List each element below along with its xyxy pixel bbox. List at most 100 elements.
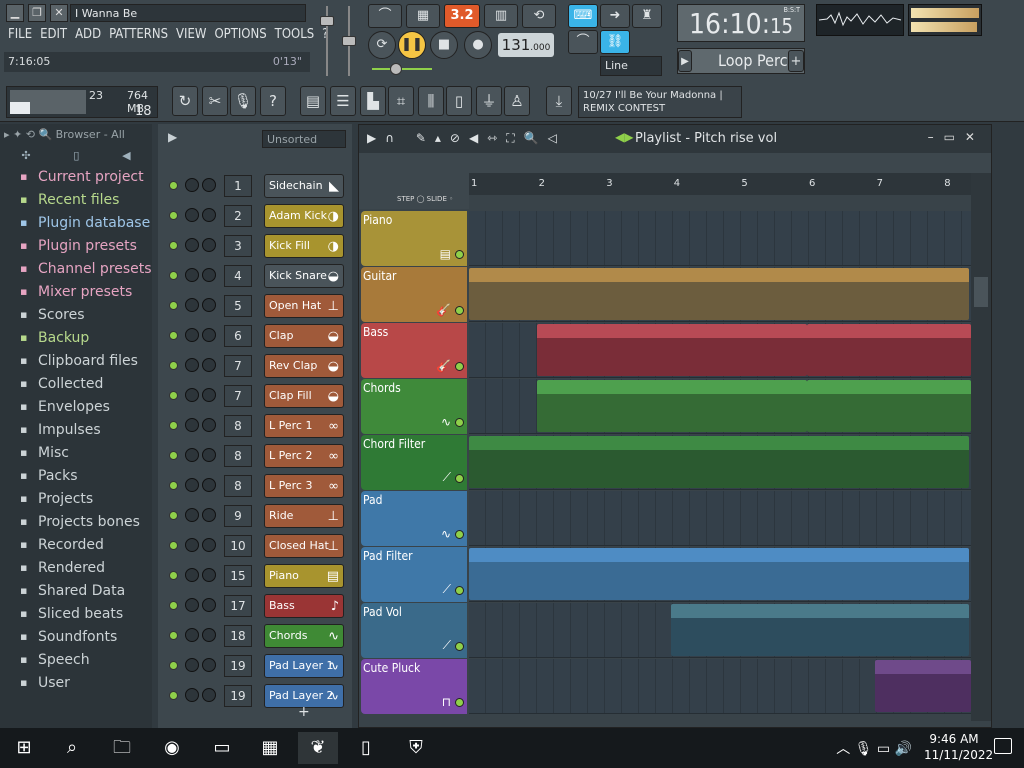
channel-name-button[interactable]: Clap Fill ◒ <box>264 384 344 408</box>
channel-volume-knob[interactable] <box>202 508 216 522</box>
browser-item[interactable]: ▪ User <box>0 672 152 695</box>
song-position-clock[interactable]: 16:10:15 B:S:T <box>677 4 805 42</box>
help-icon[interactable]: ? <box>260 86 286 116</box>
calculator-icon[interactable]: ▦ <box>250 732 290 764</box>
search-icon[interactable]: ⌕ <box>52 732 92 764</box>
rack-menu-icon[interactable]: ▶ <box>168 130 177 144</box>
channel-mixer-track[interactable]: 19 <box>224 685 252 707</box>
channel-mixer-track[interactable]: 9 <box>224 505 252 527</box>
track-header[interactable]: Cute Pluck ⊓ <box>361 659 467 714</box>
channel-name-button[interactable]: Clap ◒ <box>264 324 344 348</box>
record-mode-icon[interactable]: ⟳ <box>368 31 396 59</box>
touch-icon[interactable]: ♙ <box>504 86 530 116</box>
clock-area[interactable]: 9:46 AM 11/11/2022 <box>924 731 993 763</box>
channel-name-button[interactable]: Ride ⊥ <box>264 504 344 528</box>
channel-name-button[interactable]: Adam Kick ◑ <box>264 204 344 228</box>
tray-icons[interactable]: ︿ 🎙 ▭ 🔊 <box>836 738 912 758</box>
channel-pan-knob[interactable] <box>185 658 199 672</box>
track-lane[interactable]: Chord Filter envelope <box>469 435 971 490</box>
track-header[interactable]: Pad Filter ⟋ <box>361 547 467 602</box>
track-header[interactable]: Pad ∿ <box>361 491 467 546</box>
track-header[interactable]: Pad Vol ⟋ <box>361 603 467 658</box>
channel-name-button[interactable]: Kick Snare ◒ <box>264 264 344 288</box>
preset-prev-button[interactable]: ▶ <box>678 50 692 72</box>
wait-input-button[interactable]: ➜ <box>600 4 630 28</box>
browser-item[interactable]: ▪ Misc <box>0 442 152 465</box>
loop-record-button[interactable]: ⟲ <box>522 4 556 28</box>
notification-icon[interactable] <box>994 738 1012 754</box>
channel-mixer-track[interactable]: 17 <box>224 595 252 617</box>
channel-mute-led[interactable] <box>169 241 178 250</box>
channel-mute-led[interactable] <box>169 541 178 550</box>
browser-item[interactable]: ▪ Clipboard files <box>0 350 152 373</box>
track-mute-led[interactable] <box>455 362 464 371</box>
channel-mute-led[interactable] <box>169 181 178 190</box>
channel-pan-knob[interactable] <box>185 598 199 612</box>
channel-pan-knob[interactable] <box>185 418 199 432</box>
browser-item[interactable]: ▪ Recorded <box>0 534 152 557</box>
channel-volume-knob[interactable] <box>202 478 216 492</box>
channel-mixer-track[interactable]: 4 <box>224 265 252 287</box>
stop-button[interactable]: ■ <box>430 31 458 59</box>
menu-tools[interactable]: TOOLS <box>271 26 319 46</box>
channel-mixer-track[interactable]: 8 <box>224 475 252 497</box>
track-lane[interactable]: Guitar <box>469 267 971 322</box>
channel-pan-knob[interactable] <box>185 568 199 582</box>
snap-selector[interactable]: Line <box>600 56 662 76</box>
channel-mixer-track[interactable]: 8 <box>224 415 252 437</box>
channel-volume-knob[interactable] <box>202 208 216 222</box>
typing-keyboard-button[interactable]: ⌨ <box>568 4 598 28</box>
track-header[interactable]: Guitar 🎸 <box>361 267 467 322</box>
channel-mute-led[interactable] <box>169 301 178 310</box>
channel-mute-led[interactable] <box>169 631 178 640</box>
channel-volume-knob[interactable] <box>202 268 216 282</box>
channel-mixer-track[interactable]: 7 <box>224 355 252 377</box>
channel-name-button[interactable]: L Perc 3 ∞ <box>264 474 344 498</box>
browser-item[interactable]: ▪ Current project <box>0 166 152 189</box>
channel-mute-led[interactable] <box>169 601 178 610</box>
playlist-clip[interactable]: Pitch rise vol envelope <box>671 604 969 656</box>
record-button[interactable]: ● <box>464 31 492 59</box>
menu-edit[interactable]: EDIT <box>36 26 71 46</box>
restore-button[interactable]: ❐ <box>28 4 46 22</box>
channel-pan-knob[interactable] <box>185 688 199 702</box>
track-header[interactable]: Bass 🎸 <box>361 323 467 378</box>
plugin-icon[interactable]: ⏚ <box>476 86 502 116</box>
pattern-song-mode-button[interactable]: ⌒ <box>368 4 402 28</box>
playlist-clip[interactable]: Guitar <box>469 268 969 320</box>
playlist-clip[interactable]: Chord Filter envelope <box>469 436 969 488</box>
channel-rack-icon[interactable]: ☰ <box>330 86 356 116</box>
channel-mixer-track[interactable]: 18 <box>224 625 252 647</box>
play-pause-button[interactable]: ❚❚ <box>398 31 426 59</box>
metronome-button[interactable]: ▦ <box>406 4 440 28</box>
playlist-vertical-scrollbar[interactable] <box>971 173 991 721</box>
cut-icon[interactable]: ✂ <box>202 86 228 116</box>
security-shield-icon[interactable]: ⛨ <box>396 732 436 764</box>
channel-mixer-track[interactable]: 6 <box>224 325 252 347</box>
channel-pan-knob[interactable] <box>185 178 199 192</box>
channel-name-button[interactable]: Piano ▤ <box>264 564 344 588</box>
channel-name-button[interactable]: Open Hat ⊥ <box>264 294 344 318</box>
add-channel-button[interactable]: + <box>298 704 310 720</box>
playlist-clip[interactable]: Pitch ri...envelope <box>875 660 971 712</box>
browser-item[interactable]: ▪ Packs <box>0 465 152 488</box>
tempo-display[interactable]: 131.000 <box>498 33 554 57</box>
channel-pan-knob[interactable] <box>185 208 199 222</box>
browser-item[interactable]: ▪ Mixer presets <box>0 281 152 304</box>
channel-mixer-track[interactable]: 7 <box>224 385 252 407</box>
track-lane[interactable]: Pitch rise vol envelope <box>469 603 971 658</box>
channel-volume-knob[interactable] <box>202 538 216 552</box>
channel-mixer-track[interactable]: 2 <box>224 205 252 227</box>
channel-name-button[interactable]: Kick Fill ◑ <box>264 234 344 258</box>
pattern-number-display[interactable]: 3.2 <box>444 4 480 28</box>
track-lane[interactable] <box>469 491 971 546</box>
channel-volume-knob[interactable] <box>202 388 216 402</box>
chrome-icon[interactable]: ◉ <box>152 732 192 764</box>
channel-mute-led[interactable] <box>169 331 178 340</box>
channel-mute-led[interactable] <box>169 691 178 700</box>
channel-mixer-track[interactable]: 10 <box>224 535 252 557</box>
playlist-clip[interactable]: Chords <box>537 380 807 432</box>
playlist-clip[interactable]: Pad Filter envelope <box>469 548 969 600</box>
photos-icon[interactable]: ▭ <box>202 732 242 764</box>
browser-item[interactable]: ▪ Plugin database <box>0 212 152 235</box>
